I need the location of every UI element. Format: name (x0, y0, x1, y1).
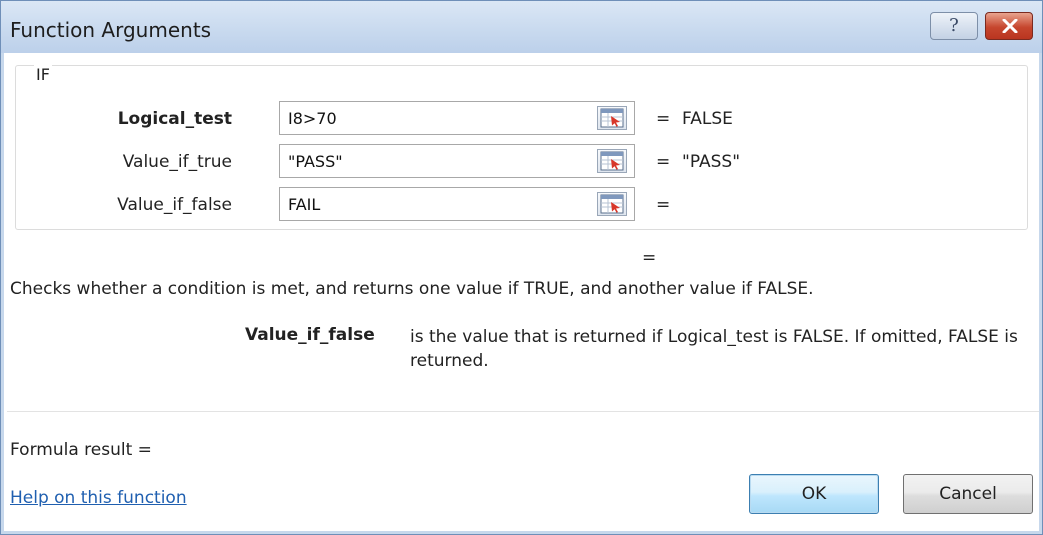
range-select-icon (600, 108, 624, 128)
divider (7, 411, 1039, 412)
range-select-icon (600, 151, 624, 171)
arg-label-logical-test: Logical_test (117, 109, 232, 129)
active-argument-name: Value_if_false (245, 325, 375, 345)
cancel-button[interactable]: Cancel (903, 474, 1033, 514)
value-if-true-result: "PASS" (682, 152, 741, 172)
value-if-true-input[interactable] (279, 144, 635, 178)
dialog-title: Function Arguments (10, 18, 212, 42)
value-if-true-equals: = (656, 152, 671, 172)
help-on-function-link[interactable]: Help on this function (10, 488, 187, 508)
close-button[interactable] (985, 12, 1033, 40)
function-arguments-dialog: Function Arguments ? IF Logical_test I8>… (0, 0, 1043, 535)
value-if-false-input[interactable] (279, 187, 635, 221)
arg-label-value-if-true: Value_if_true (122, 152, 232, 172)
arg-label-value-if-false: Value_if_false (117, 195, 232, 215)
active-argument-description: is the value that is returned if Logical… (410, 327, 1018, 371)
help-button[interactable]: ? (930, 12, 978, 40)
logical-test-result: FALSE (682, 109, 733, 129)
question-mark-icon: ? (949, 15, 959, 36)
dialog-body: IF Logical_test = FALSE Value_if_true (4, 53, 1039, 531)
close-icon (1002, 19, 1018, 33)
value-if-false-equals: = (656, 195, 671, 215)
value-if-true-collapse-button[interactable] (597, 149, 627, 173)
ok-button[interactable]: OK (749, 474, 879, 514)
logical-test-equals: = (656, 109, 671, 129)
range-select-icon (600, 194, 624, 214)
logical-test-input[interactable] (279, 101, 635, 135)
logical-test-collapse-button[interactable] (597, 106, 627, 130)
function-description: Checks whether a condition is met, and r… (10, 279, 814, 299)
title-bar[interactable]: Function Arguments ? (1, 1, 1042, 53)
function-result-equals: = (642, 248, 657, 268)
value-if-false-collapse-button[interactable] (597, 192, 627, 216)
formula-result: Formula result = (10, 440, 152, 460)
arguments-group: IF Logical_test = FALSE Value_if_true (15, 65, 1028, 230)
function-name: IF (34, 65, 52, 84)
